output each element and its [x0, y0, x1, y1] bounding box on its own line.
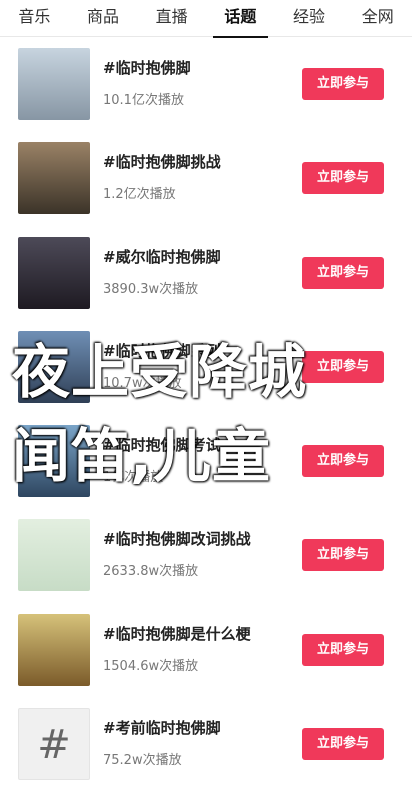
topic-title: #临时抱佛脚挑战 — [103, 153, 221, 172]
join-button[interactable]: 立即参与 — [302, 68, 384, 100]
list-item[interactable]: #临时抱佛脚系列 10.7w次播放 立即参与 — [0, 320, 412, 414]
list-item[interactable]: #临时抱佛脚挑战 1.2亿次播放 立即参与 — [0, 131, 412, 225]
topic-title: #考前临时抱佛脚 — [103, 719, 221, 738]
join-button[interactable]: 立即参与 — [302, 162, 384, 195]
play-count: 1.2亿次播放 — [103, 187, 176, 203]
play-count: 10.7w次播放 — [103, 375, 182, 391]
topic-title: #临时抱佛脚 — [103, 59, 191, 77]
list-item[interactable]: # #考前临时抱佛脚 75.2w次播放 立即参与 — [0, 697, 412, 791]
join-button[interactable]: 立即参与 — [302, 633, 384, 666]
play-count: 1504.6w次播放 — [103, 658, 199, 674]
topic-title: #临时抱佛脚系列 — [103, 341, 221, 360]
play-count: 2633.8w次播放 — [103, 564, 199, 580]
topic-thumbnail — [18, 48, 90, 120]
topic-thumbnail — [18, 425, 90, 498]
topic-title: #临时抱佛脚考试 — [103, 436, 221, 455]
topic-thumbnail — [18, 236, 90, 309]
topic-title: #威尔临时抱佛脚 — [103, 247, 221, 266]
play-count: 3890.3w次播放 — [103, 281, 199, 297]
list-item[interactable]: #临时抱佛脚是什么梗 1504.6w次播放 立即参与 — [0, 603, 412, 697]
tab-experience[interactable]: 经验 — [275, 0, 344, 36]
join-button[interactable]: 立即参与 — [302, 728, 384, 761]
play-count: 1亿次播放 — [103, 470, 164, 486]
topic-thumbnail — [18, 613, 90, 686]
tab-live[interactable]: 直播 — [137, 0, 206, 36]
topic-title: #临时抱佛脚是什么梗 — [103, 624, 251, 643]
topic-thumbnail — [18, 519, 90, 592]
hashtag-icon: # — [37, 722, 71, 769]
tab-products[interactable]: 商品 — [69, 0, 138, 36]
play-count: 75.2w次播放 — [103, 753, 182, 769]
join-button[interactable]: 立即参与 — [302, 256, 384, 289]
list-item[interactable]: #临时抱佛脚 10.1亿次播放 立即参与 — [0, 37, 412, 131]
top-tab-bar: 音乐 商品 直播 话题 经验 全网 — [0, 0, 412, 38]
join-button[interactable]: 立即参与 — [302, 350, 384, 383]
play-count: 10.1亿次播放 — [103, 93, 184, 108]
topic-list: #临时抱佛脚 10.1亿次播放 立即参与 #临时抱佛脚挑战 1.2亿次播放 立即… — [0, 37, 412, 791]
tab-all-web[interactable]: 全网 — [343, 0, 412, 36]
tab-topics[interactable]: 话题 — [206, 0, 275, 38]
topic-title: #临时抱佛脚改词挑战 — [103, 530, 251, 549]
topic-thumbnail — [18, 330, 90, 403]
join-button[interactable]: 立即参与 — [302, 445, 384, 478]
list-item[interactable]: #临时抱佛脚改词挑战 2633.8w次播放 立即参与 — [0, 508, 412, 602]
tab-music[interactable]: 音乐 — [0, 0, 69, 36]
list-item[interactable]: #临时抱佛脚考试 1亿次播放 立即参与 — [0, 414, 412, 508]
list-item[interactable]: #威尔临时抱佛脚 3890.3w次播放 立即参与 — [0, 226, 412, 320]
join-button[interactable]: 立即参与 — [302, 539, 384, 572]
topic-thumbnail: # — [18, 708, 90, 781]
topic-thumbnail — [18, 142, 90, 215]
